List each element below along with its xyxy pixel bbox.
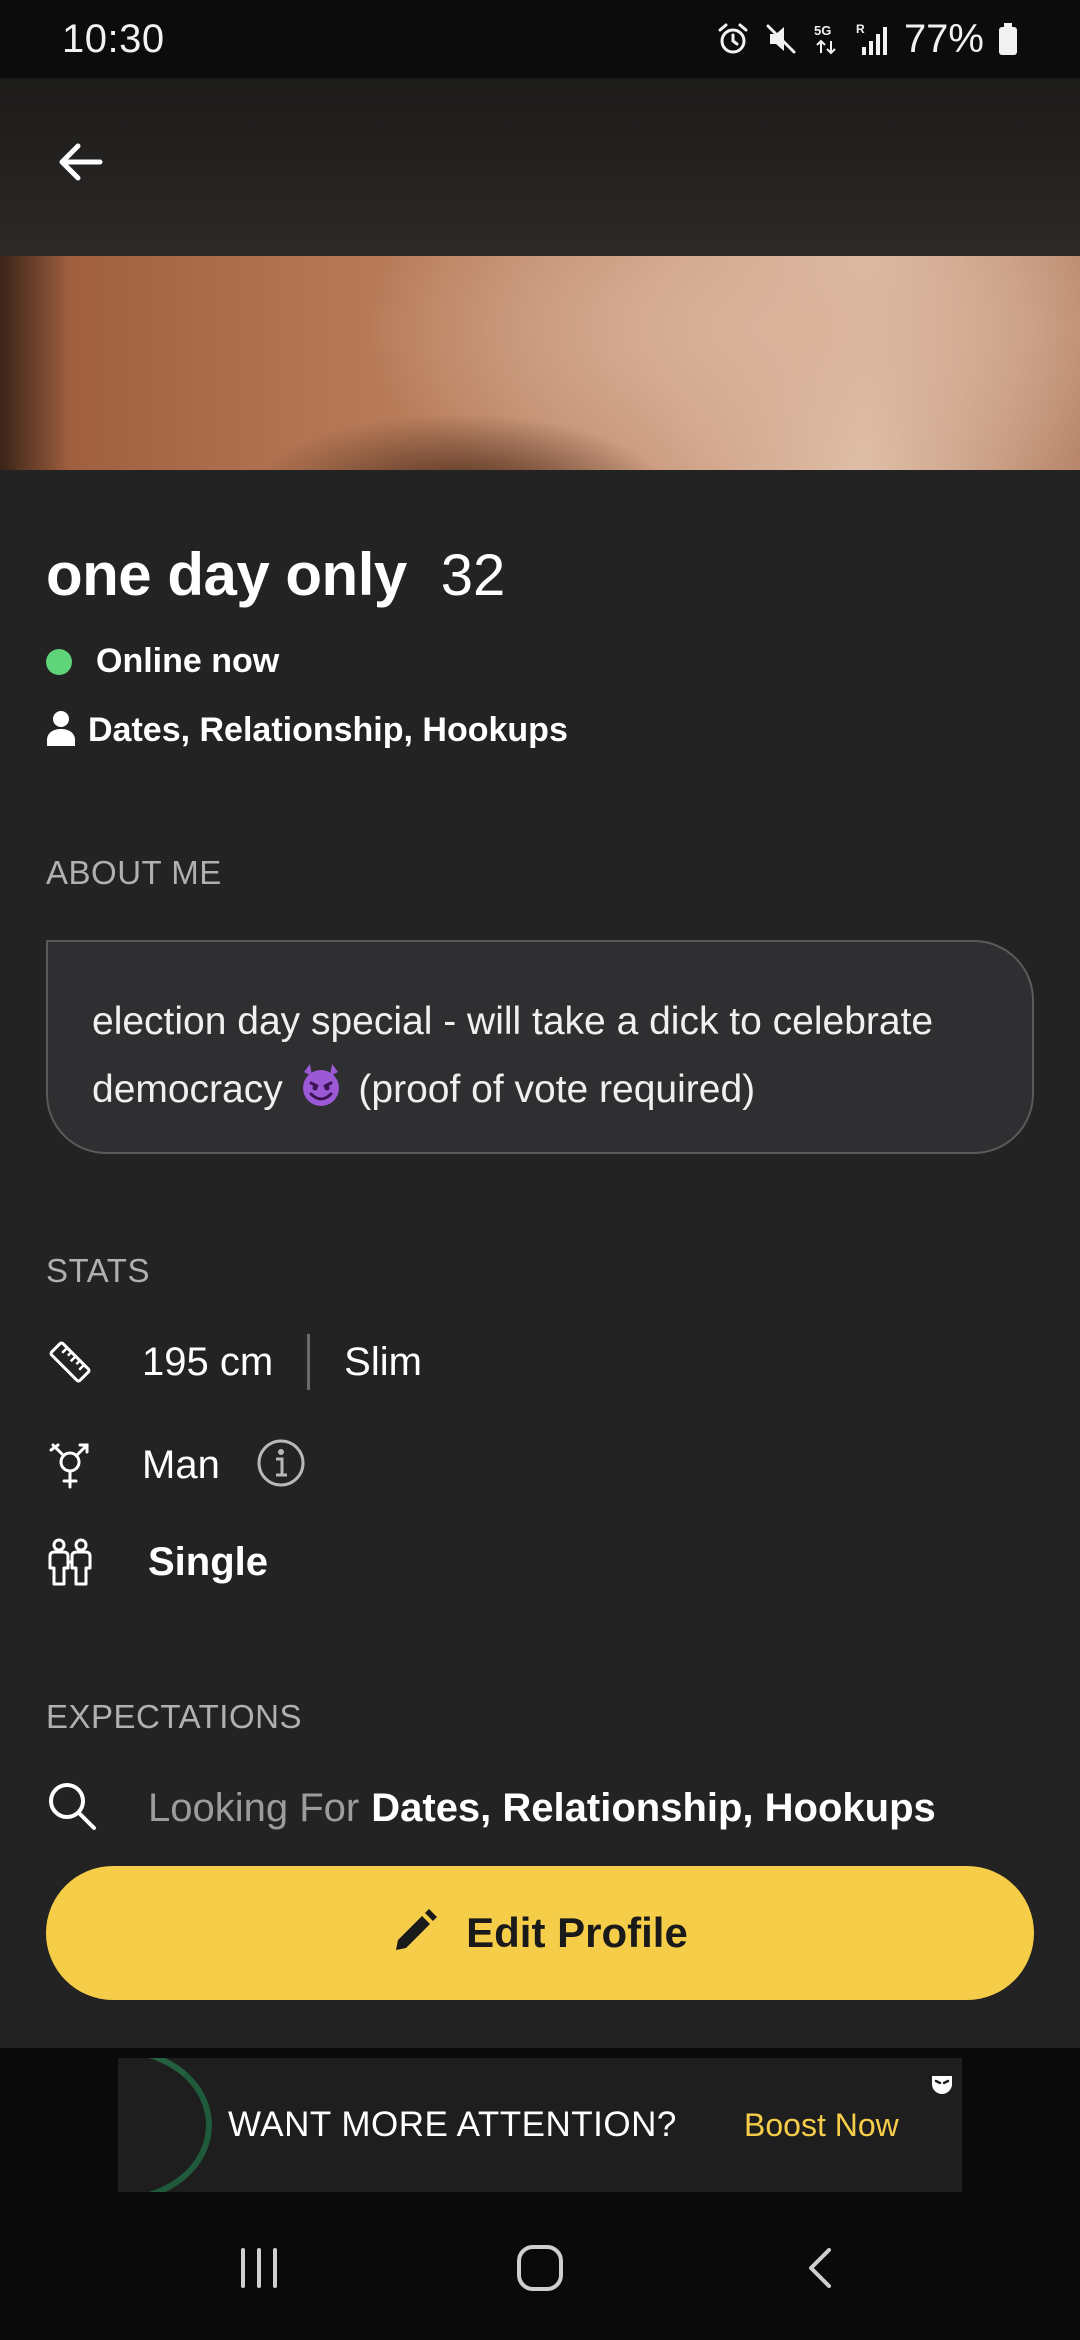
about-text-part-2: (proof of vote required)	[358, 1068, 756, 1111]
edit-profile-button[interactable]: Edit Profile	[46, 1866, 1034, 2000]
online-status: Online now	[96, 642, 280, 680]
recent-apps-icon[interactable]	[235, 2244, 283, 2297]
grindr-mask-icon	[930, 2072, 954, 2101]
online-dot-icon	[46, 648, 72, 675]
photo-edge-shadow	[0, 256, 70, 470]
looking-for-summary: Dates, Relationship, Hookups	[88, 711, 568, 749]
search-icon	[46, 1780, 98, 1837]
status-time: 10:30	[62, 16, 165, 61]
height-body-row: 195 cm Slim	[46, 1334, 422, 1390]
looking-for-summary-row: Dates, Relationship, Hookups	[46, 710, 568, 751]
couple-icon	[46, 1538, 94, 1586]
gender-row: Man	[46, 1438, 306, 1493]
ruler-icon	[46, 1338, 94, 1386]
smiling-devil-emoji-icon	[298, 1062, 344, 1130]
name-row: one day only 32	[46, 540, 505, 609]
home-icon[interactable]	[514, 2242, 566, 2299]
back-nav-icon[interactable]	[797, 2244, 845, 2297]
ad-arc-decoration	[118, 2058, 212, 2192]
battery-percent: 77%	[903, 16, 984, 61]
edit-profile-label: Edit Profile	[466, 1909, 688, 1956]
about-me-text: election day special - will take a dick …	[92, 988, 988, 1130]
gender-value: Man	[142, 1443, 220, 1487]
pencil-icon	[392, 1908, 438, 1959]
arrow-left-icon	[54, 136, 106, 193]
battery-icon	[998, 22, 1018, 56]
svg-text:5G: 5G	[814, 23, 831, 38]
age: 32	[440, 543, 506, 608]
looking-for-row: Looking For Dates, Relationship, Hookups	[46, 1780, 936, 1837]
body-type-value: Slim	[344, 1339, 422, 1384]
expectations-heading: EXPECTATIONS	[46, 1698, 302, 1735]
signal-icon: R	[856, 21, 890, 57]
system-nav-bar	[0, 2200, 1080, 2340]
profile-photo[interactable]	[0, 78, 1080, 470]
display-name: one day only	[46, 541, 407, 608]
profile-screen: 10:30 5G R 77% one day only 32 Online no…	[0, 0, 1080, 2340]
relationship-status-value: Single	[148, 1539, 269, 1584]
gender-symbol-icon	[46, 1442, 94, 1490]
alarm-icon	[716, 22, 750, 56]
about-me-heading: ABOUT ME	[46, 854, 222, 891]
relationship-status-row: Single	[46, 1538, 268, 1586]
mute-icon	[764, 22, 798, 56]
status-icons: 5G R 77%	[716, 17, 1018, 62]
stats-heading: STATS	[46, 1252, 150, 1289]
online-status-row: Online now	[46, 642, 279, 681]
boost-ad-banner[interactable]: WANT MORE ATTENTION? Boost Now	[118, 2058, 962, 2192]
ad-headline: WANT MORE ATTENTION?	[228, 2105, 677, 2144]
back-button[interactable]	[48, 132, 112, 196]
svg-text:R: R	[856, 22, 865, 36]
looking-for-label: Looking For	[148, 1786, 360, 1830]
info-icon[interactable]	[256, 1438, 306, 1493]
photo-top-shade	[0, 78, 1080, 256]
person-icon	[46, 710, 76, 751]
about-me-box: election day special - will take a dick …	[46, 940, 1034, 1154]
status-bar: 10:30 5G R 77%	[0, 0, 1080, 78]
looking-for-value: Dates, Relationship, Hookups	[371, 1786, 936, 1830]
height-value: 195 cm	[142, 1339, 274, 1384]
network-5g-icon: 5G	[812, 21, 842, 57]
boost-now-button[interactable]: Boost Now	[744, 2058, 899, 2192]
stat-divider	[307, 1334, 311, 1390]
